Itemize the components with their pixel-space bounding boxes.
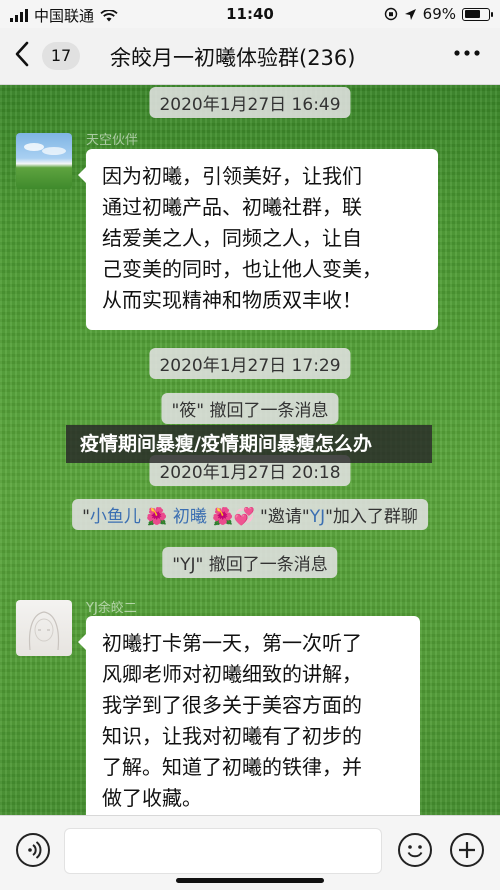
voice-icon[interactable] bbox=[16, 833, 50, 867]
chevron-left-icon[interactable] bbox=[14, 40, 34, 72]
message-bubble[interactable]: 因为初曦，引领美好，让我们 通过初曦产品、初曦社群，联 结爱美之人，同频之人，让… bbox=[78, 149, 438, 330]
member-link[interactable]: YJ bbox=[310, 507, 325, 527]
status-bar: 中国联通 11:40 69% bbox=[0, 0, 500, 28]
message-line: 从而实现精神和物质双丰收！ bbox=[102, 288, 362, 312]
message-line: 通过初曦产品、初曦社群，联 bbox=[102, 195, 362, 219]
message-line: 我学到了很多关于美容方面的 bbox=[102, 693, 362, 717]
more-dots-icon[interactable] bbox=[452, 38, 482, 75]
message-line: 结爱美之人，同频之人，让自 bbox=[102, 226, 362, 250]
overlay-banner: 疫情期间暴瘦/疫情期间暴瘦怎么办 bbox=[66, 425, 432, 463]
location-icon bbox=[404, 8, 416, 20]
timestamp: 2020年1月27日 16:49 bbox=[149, 87, 351, 118]
battery-icon bbox=[462, 7, 493, 21]
message-line: 风卿老师对初曦细致的讲解， bbox=[102, 662, 362, 686]
message-line: 知识，让我对初曦有了初步的 bbox=[102, 724, 362, 748]
message-line: 了解。知道了初曦的铁律，并 bbox=[102, 755, 362, 779]
message-line: 初曦打卡第一天，第一次听了 bbox=[102, 631, 362, 655]
input-bar bbox=[0, 815, 500, 890]
orientation-lock-icon bbox=[384, 7, 397, 21]
avatar[interactable] bbox=[16, 133, 72, 189]
heart-icon: 💞 bbox=[233, 507, 255, 527]
emoji-icon[interactable] bbox=[398, 833, 432, 867]
timestamp: 2020年1月27日 17:29 bbox=[149, 348, 351, 379]
message-input[interactable] bbox=[64, 828, 382, 874]
avatar[interactable] bbox=[16, 600, 72, 656]
girl-sketch-avatar-icon bbox=[28, 611, 60, 651]
sender-name: 天空伙伴 bbox=[86, 133, 139, 148]
member-link[interactable]: 小鱼儿 bbox=[90, 507, 141, 527]
join-notice: "小鱼儿 🌺 初曦 🌺💞 "邀请"YJ"加入了群聊 bbox=[72, 499, 428, 530]
recall-notice: "筱" 撤回了一条消息 bbox=[161, 393, 339, 424]
recall-notice: "YJ" 撤回了一条消息 bbox=[162, 547, 338, 578]
hibiscus-icon: 🌺 bbox=[146, 507, 168, 527]
unread-count-badge[interactable]: 17 bbox=[42, 42, 80, 70]
message-bubble[interactable]: 初曦打卡第一天，第一次听了 风卿老师对初曦细致的讲解， 我学到了很多关于美容方面… bbox=[78, 616, 420, 815]
member-link[interactable]: 初曦 bbox=[173, 507, 207, 527]
plus-icon[interactable] bbox=[450, 833, 484, 867]
battery-percent: 69% bbox=[422, 5, 456, 23]
home-indicator bbox=[176, 878, 324, 883]
sender-name: YJ余皎二 bbox=[86, 601, 137, 616]
message-line: 因为初曦，引领美好，让我们 bbox=[102, 164, 362, 188]
message-line: 己变美的同时，也让他人变美， bbox=[102, 257, 382, 281]
chat-title: 余皎月一初曦体验群(236) bbox=[110, 46, 356, 70]
hibiscus-icon: 🌺 bbox=[212, 507, 234, 527]
message-line: 做了收藏。 bbox=[102, 786, 202, 810]
sky-grass-avatar-icon bbox=[24, 143, 66, 155]
chat-header: 17 余皎月一初曦体验群(236) bbox=[0, 28, 500, 85]
